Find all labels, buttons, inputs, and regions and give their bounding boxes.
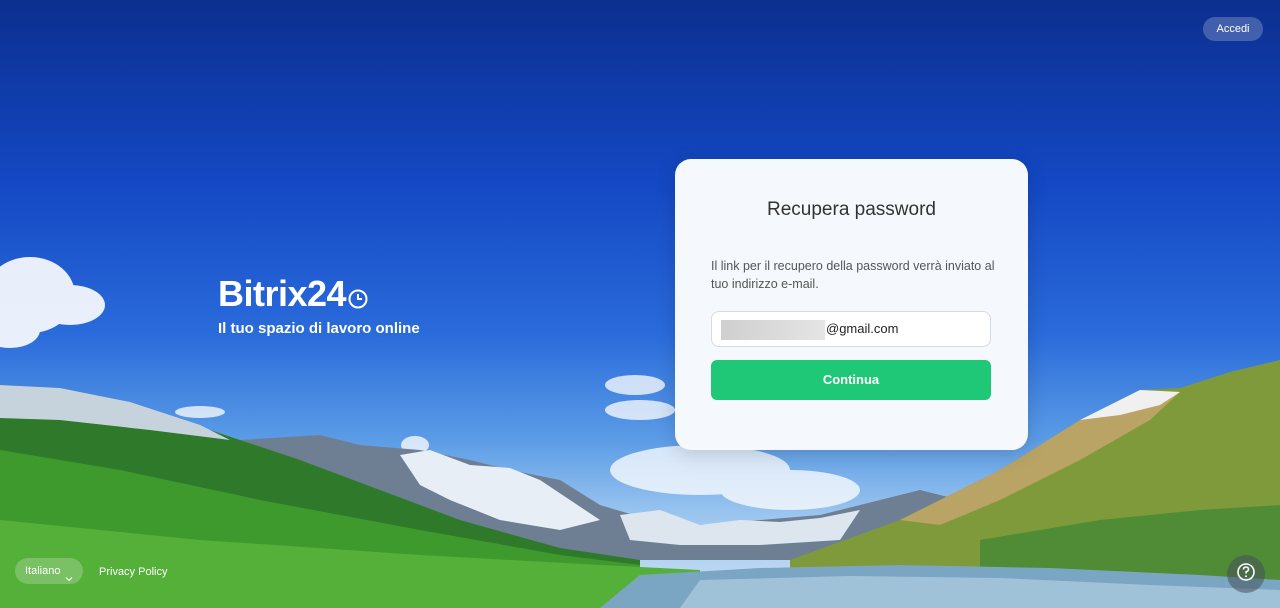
- signin-button[interactable]: Accedi: [1203, 17, 1263, 41]
- password-recovery-card: Recupera password Il link per il recuper…: [675, 159, 1028, 450]
- clock-icon: [348, 277, 368, 309]
- brand-tagline: Il tuo spazio di lavoro online: [218, 320, 420, 337]
- brand-logo: Bitrix24: [218, 274, 420, 314]
- language-label: Italiano: [25, 565, 61, 577]
- privacy-policy-link[interactable]: Privacy Policy: [99, 566, 167, 578]
- email-suffix: @gmail.com: [826, 321, 899, 336]
- card-title: Recupera password: [767, 199, 936, 220]
- card-description: Il link per il recupero della password v…: [711, 259, 995, 291]
- help-button[interactable]: [1227, 555, 1265, 593]
- brand-block: Bitrix24 Il tuo spazio di lavoro online: [218, 274, 420, 338]
- email-redaction: [721, 320, 825, 340]
- landscape-illustration: [0, 257, 1280, 608]
- brand-logo-text: Bitrix24: [218, 273, 347, 314]
- continue-button[interactable]: Continua: [711, 360, 991, 400]
- background-landscape: [0, 0, 1280, 608]
- help-icon: [1236, 562, 1256, 587]
- email-field[interactable]: @gmail.com: [711, 311, 991, 347]
- language-select[interactable]: Italiano: [15, 558, 84, 584]
- chevron-down-icon: [65, 567, 73, 582]
